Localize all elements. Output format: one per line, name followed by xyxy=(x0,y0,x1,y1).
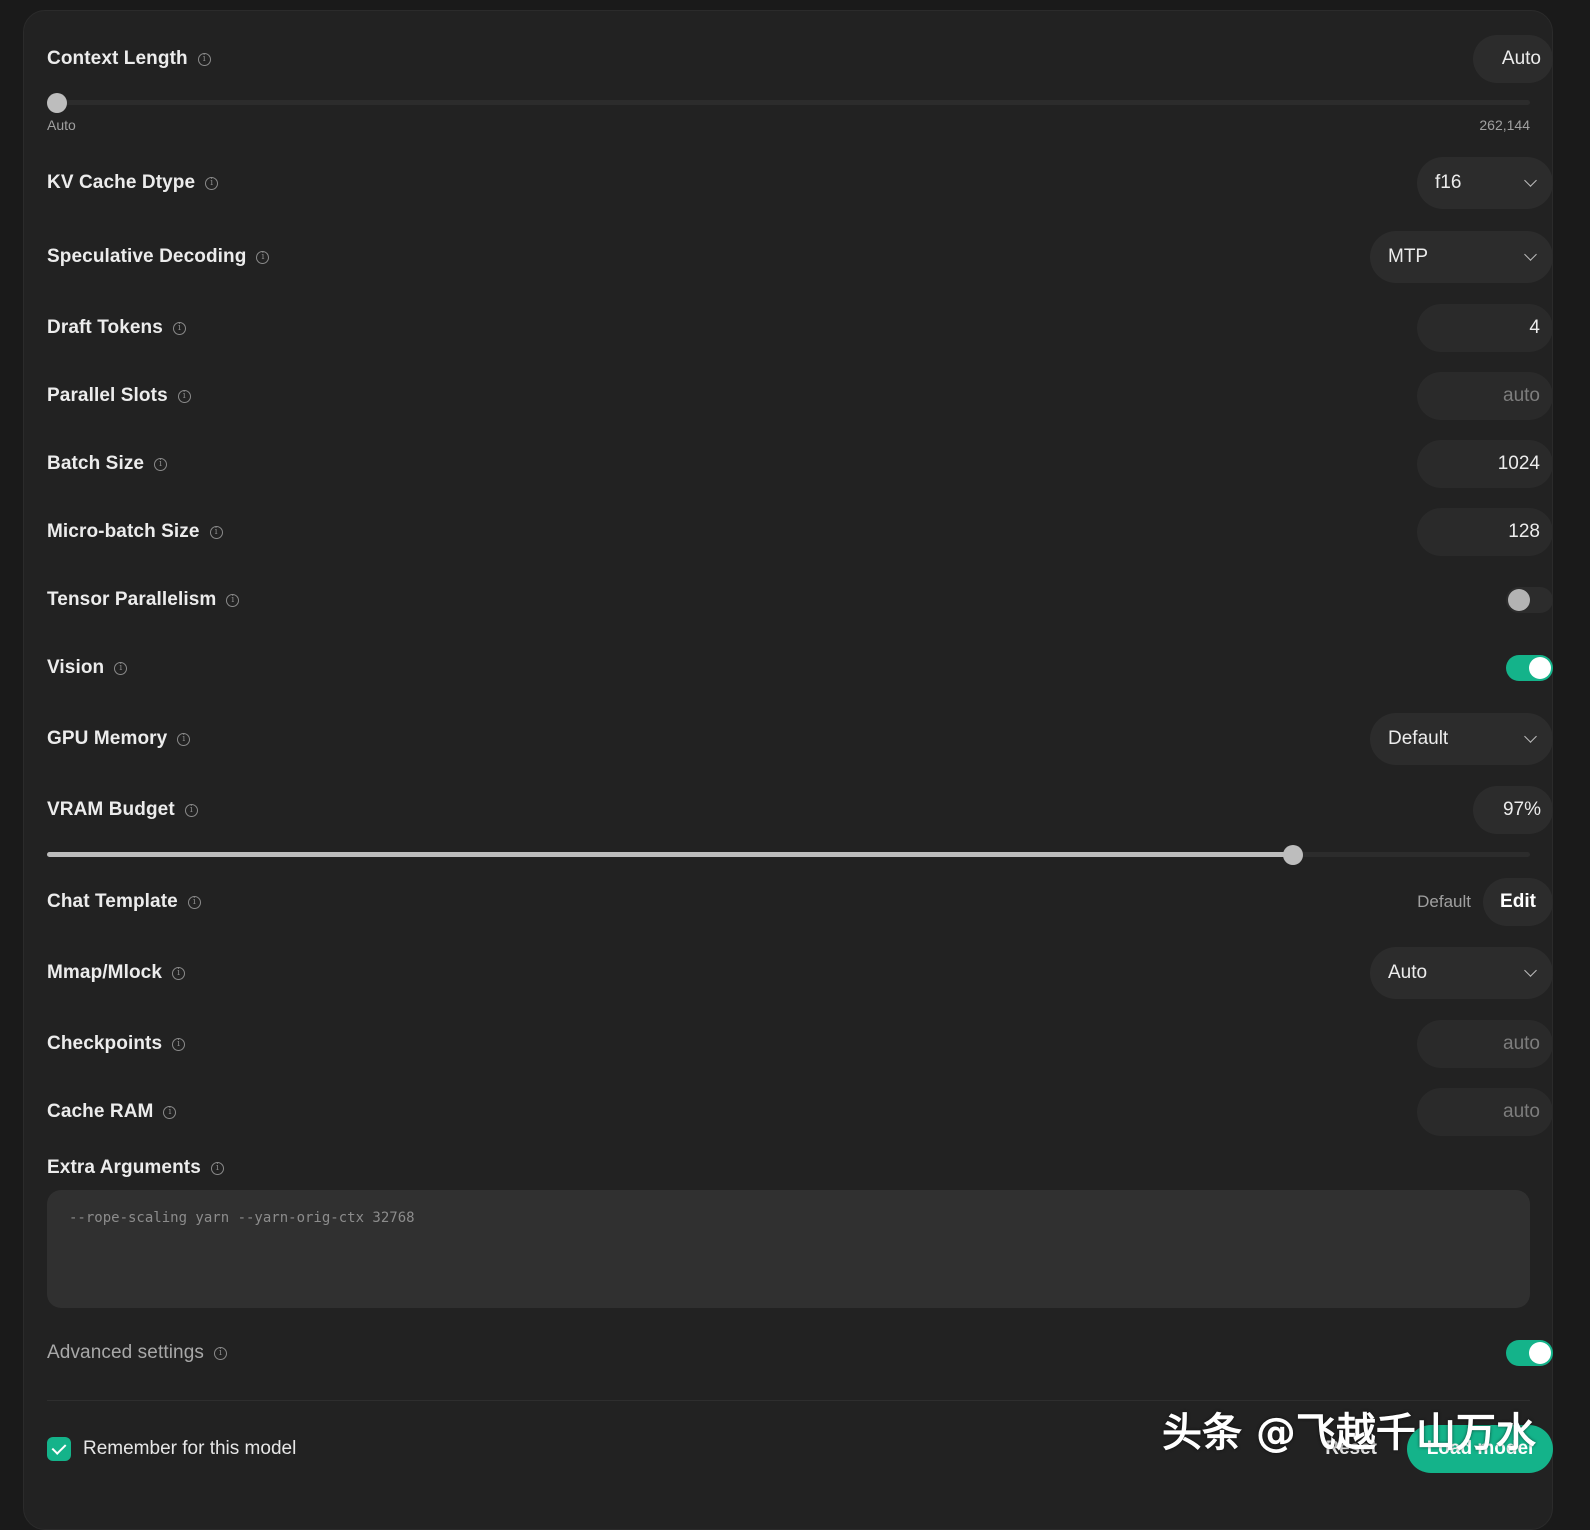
extra-arguments-label: Extra Arguments xyxy=(47,1157,201,1178)
draft-tokens-row: Draft Tokens i 4 xyxy=(47,300,1553,356)
batch-size-label: Batch Size xyxy=(47,453,145,474)
mmap-mlock-row: Mmap/Mlock i Auto xyxy=(47,945,1553,1001)
info-icon[interactable]: i xyxy=(163,1105,177,1119)
batch-size-input[interactable]: 1024 xyxy=(1417,440,1553,488)
checkpoints-label: Checkpoints xyxy=(47,1033,163,1054)
vram-budget-label: VRAM Budget xyxy=(47,799,175,820)
info-icon[interactable]: i xyxy=(154,457,168,471)
chat-template-edit-button[interactable]: Edit xyxy=(1483,878,1553,926)
info-icon[interactable]: i xyxy=(197,52,211,66)
context-length-row: Context Length i Auto xyxy=(47,31,1553,87)
chevron-down-icon xyxy=(1524,248,1537,261)
info-icon[interactable]: i xyxy=(114,661,128,675)
chevron-down-icon xyxy=(1524,174,1537,187)
watermark: 头条 @飞越千山万水 xyxy=(1162,1410,1536,1456)
speculative-decoding-label: Speculative Decoding xyxy=(47,246,247,267)
info-icon[interactable]: i xyxy=(177,732,191,746)
info-icon[interactable]: i xyxy=(184,803,198,817)
gpu-memory-label: GPU Memory xyxy=(47,728,168,749)
speculative-decoding-select[interactable]: MTP xyxy=(1370,231,1553,283)
info-icon[interactable]: i xyxy=(226,593,240,607)
info-icon[interactable]: i xyxy=(172,1037,186,1051)
chat-template-controls: Default Edit xyxy=(1417,878,1553,926)
kv-cache-dtype-value: f16 xyxy=(1435,172,1462,193)
gpu-memory-value: Default xyxy=(1388,728,1449,749)
kv-cache-dtype-label: KV Cache Dtype xyxy=(47,172,196,193)
micro-batch-size-label: Micro-batch Size xyxy=(47,521,200,542)
chat-template-row: Chat Template i Default Edit xyxy=(47,874,1553,930)
info-icon[interactable]: i xyxy=(210,1161,224,1175)
mmap-mlock-value: Auto xyxy=(1388,962,1428,983)
chat-template-value: Default xyxy=(1417,892,1471,911)
vision-label: Vision xyxy=(47,657,105,678)
context-length-label: Context Length xyxy=(47,48,188,69)
info-icon[interactable]: i xyxy=(172,966,186,980)
context-length-slider-track[interactable] xyxy=(47,100,1530,105)
parallel-slots-row: Parallel Slots i auto xyxy=(47,368,1553,424)
info-icon[interactable]: i xyxy=(213,1346,227,1360)
context-length-value[interactable]: Auto xyxy=(1473,35,1553,83)
cache-ram-label: Cache RAM xyxy=(47,1101,154,1122)
vram-budget-slider-fill xyxy=(47,852,1294,857)
batch-size-row: Batch Size i 1024 xyxy=(47,436,1553,492)
tensor-parallelism-toggle[interactable] xyxy=(1506,587,1553,613)
context-length-max-label: 262,144 xyxy=(1479,117,1530,133)
extra-arguments-textarea[interactable]: --rope-scaling yarn --yarn-orig-ctx 3276… xyxy=(47,1190,1530,1308)
tensor-parallelism-row: Tensor Parallelism i xyxy=(47,572,1553,628)
checkpoints-input[interactable]: auto xyxy=(1417,1020,1553,1068)
toggle-knob xyxy=(1529,1342,1551,1364)
parallel-slots-input[interactable]: auto xyxy=(1417,372,1553,420)
vision-toggle[interactable] xyxy=(1506,655,1553,681)
extra-arguments-row: Extra Arguments i xyxy=(47,1140,1553,1196)
vram-budget-row: VRAM Budget i 97% xyxy=(47,782,1553,838)
info-icon[interactable]: i xyxy=(256,250,270,264)
vram-budget-value[interactable]: 97% xyxy=(1473,786,1553,834)
parallel-slots-label: Parallel Slots xyxy=(47,385,168,406)
micro-batch-size-row: Micro-batch Size i 128 xyxy=(47,504,1553,560)
vision-row: Vision i xyxy=(47,640,1553,696)
speculative-decoding-row: Speculative Decoding i MTP xyxy=(47,229,1553,285)
draft-tokens-input[interactable]: 4 xyxy=(1417,304,1553,352)
info-icon[interactable]: i xyxy=(187,895,201,909)
toggle-knob xyxy=(1529,657,1551,679)
cache-ram-row: Cache RAM i auto xyxy=(47,1084,1553,1140)
micro-batch-size-input[interactable]: 128 xyxy=(1417,508,1553,556)
mmap-mlock-label: Mmap/Mlock xyxy=(47,962,163,983)
kv-cache-dtype-select[interactable]: f16 xyxy=(1417,157,1553,209)
advanced-settings-row: Advanced settings i xyxy=(47,1325,1553,1381)
chevron-down-icon xyxy=(1524,964,1537,977)
context-length-slider-thumb[interactable] xyxy=(47,93,67,113)
info-icon[interactable]: i xyxy=(205,176,219,190)
kv-cache-dtype-row: KV Cache Dtype i f16 xyxy=(47,155,1553,211)
draft-tokens-label: Draft Tokens xyxy=(47,317,163,338)
cache-ram-input[interactable]: auto xyxy=(1417,1088,1553,1136)
context-length-min-label: Auto xyxy=(47,117,76,133)
gpu-memory-select[interactable]: Default xyxy=(1370,713,1553,765)
remember-checkbox[interactable] xyxy=(47,1437,71,1461)
info-icon[interactable]: i xyxy=(172,321,186,335)
advanced-settings-toggle[interactable] xyxy=(1506,1340,1553,1366)
mmap-mlock-select[interactable]: Auto xyxy=(1370,947,1553,999)
info-icon[interactable]: i xyxy=(209,525,223,539)
info-icon[interactable]: i xyxy=(177,389,191,403)
gpu-memory-row: GPU Memory i Default xyxy=(47,711,1553,767)
remember-label: Remember for this model xyxy=(83,1438,297,1459)
advanced-settings-label: Advanced settings xyxy=(47,1342,204,1363)
speculative-decoding-value: MTP xyxy=(1388,246,1429,267)
tensor-parallelism-label: Tensor Parallelism xyxy=(47,589,217,610)
chevron-down-icon xyxy=(1524,730,1537,743)
checkpoints-row: Checkpoints i auto xyxy=(47,1016,1553,1072)
toggle-knob xyxy=(1508,589,1530,611)
remember-checkbox-group[interactable]: Remember for this model xyxy=(47,1437,296,1461)
chat-template-label: Chat Template xyxy=(47,891,178,912)
